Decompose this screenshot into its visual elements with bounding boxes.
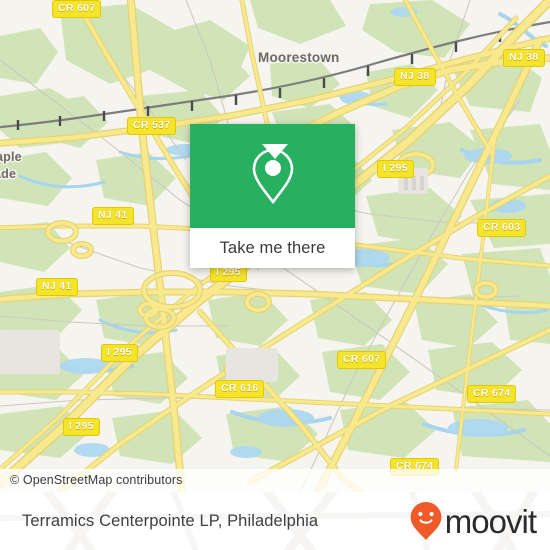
shield-cr-674-right[interactable]: CR 674 <box>467 385 517 403</box>
shield-nj-38-left[interactable]: NJ 38 <box>394 68 436 86</box>
popup-icon-area <box>190 124 355 228</box>
shield-nj-41-bottom[interactable]: NJ 41 <box>36 278 78 296</box>
moovit-logo[interactable]: moovit <box>409 501 537 541</box>
footer-bar: Terramics Centerpointe LP, Philadelphia … <box>0 492 550 550</box>
location-title: Terramics Centerpointe LP, Philadelphia <box>22 511 319 530</box>
shield-cr-607-top[interactable]: CR 607 <box>52 0 102 18</box>
take-me-there-button[interactable]: Take me there <box>190 228 355 268</box>
moovit-smiley-pin-icon <box>410 502 442 540</box>
shield-cr-537[interactable]: CR 537 <box>127 117 177 135</box>
shield-i-295-left[interactable]: I 295 <box>101 344 138 362</box>
shield-i-295-lower-left[interactable]: I 295 <box>63 418 100 436</box>
popup-pointer <box>262 144 288 159</box>
place-label-moorestown: Moorestown <box>258 50 340 65</box>
shield-cr-616[interactable]: CR 616 <box>215 380 265 398</box>
map-page: Moorestown aple ade CR 607 CR 537 NJ 38 … <box>0 0 550 550</box>
shield-i-295-right[interactable]: I 295 <box>377 160 414 178</box>
map-attribution[interactable]: © OpenStreetMap contributors <box>0 469 550 492</box>
shield-nj-41-top[interactable]: NJ 41 <box>92 207 134 225</box>
shield-cr-603[interactable]: CR 603 <box>477 219 527 237</box>
moovit-wordmark: moovit <box>444 502 537 540</box>
place-label-shade: ade <box>0 167 17 181</box>
map-canvas[interactable]: Moorestown aple ade CR 607 CR 537 NJ 38 … <box>0 0 550 492</box>
shield-cr-607-bottom[interactable]: CR 607 <box>337 351 387 369</box>
place-label-maple: aple <box>0 150 22 164</box>
take-me-there-label: Take me there <box>219 238 326 257</box>
shield-nj-38-right[interactable]: NJ 38 <box>503 49 545 67</box>
